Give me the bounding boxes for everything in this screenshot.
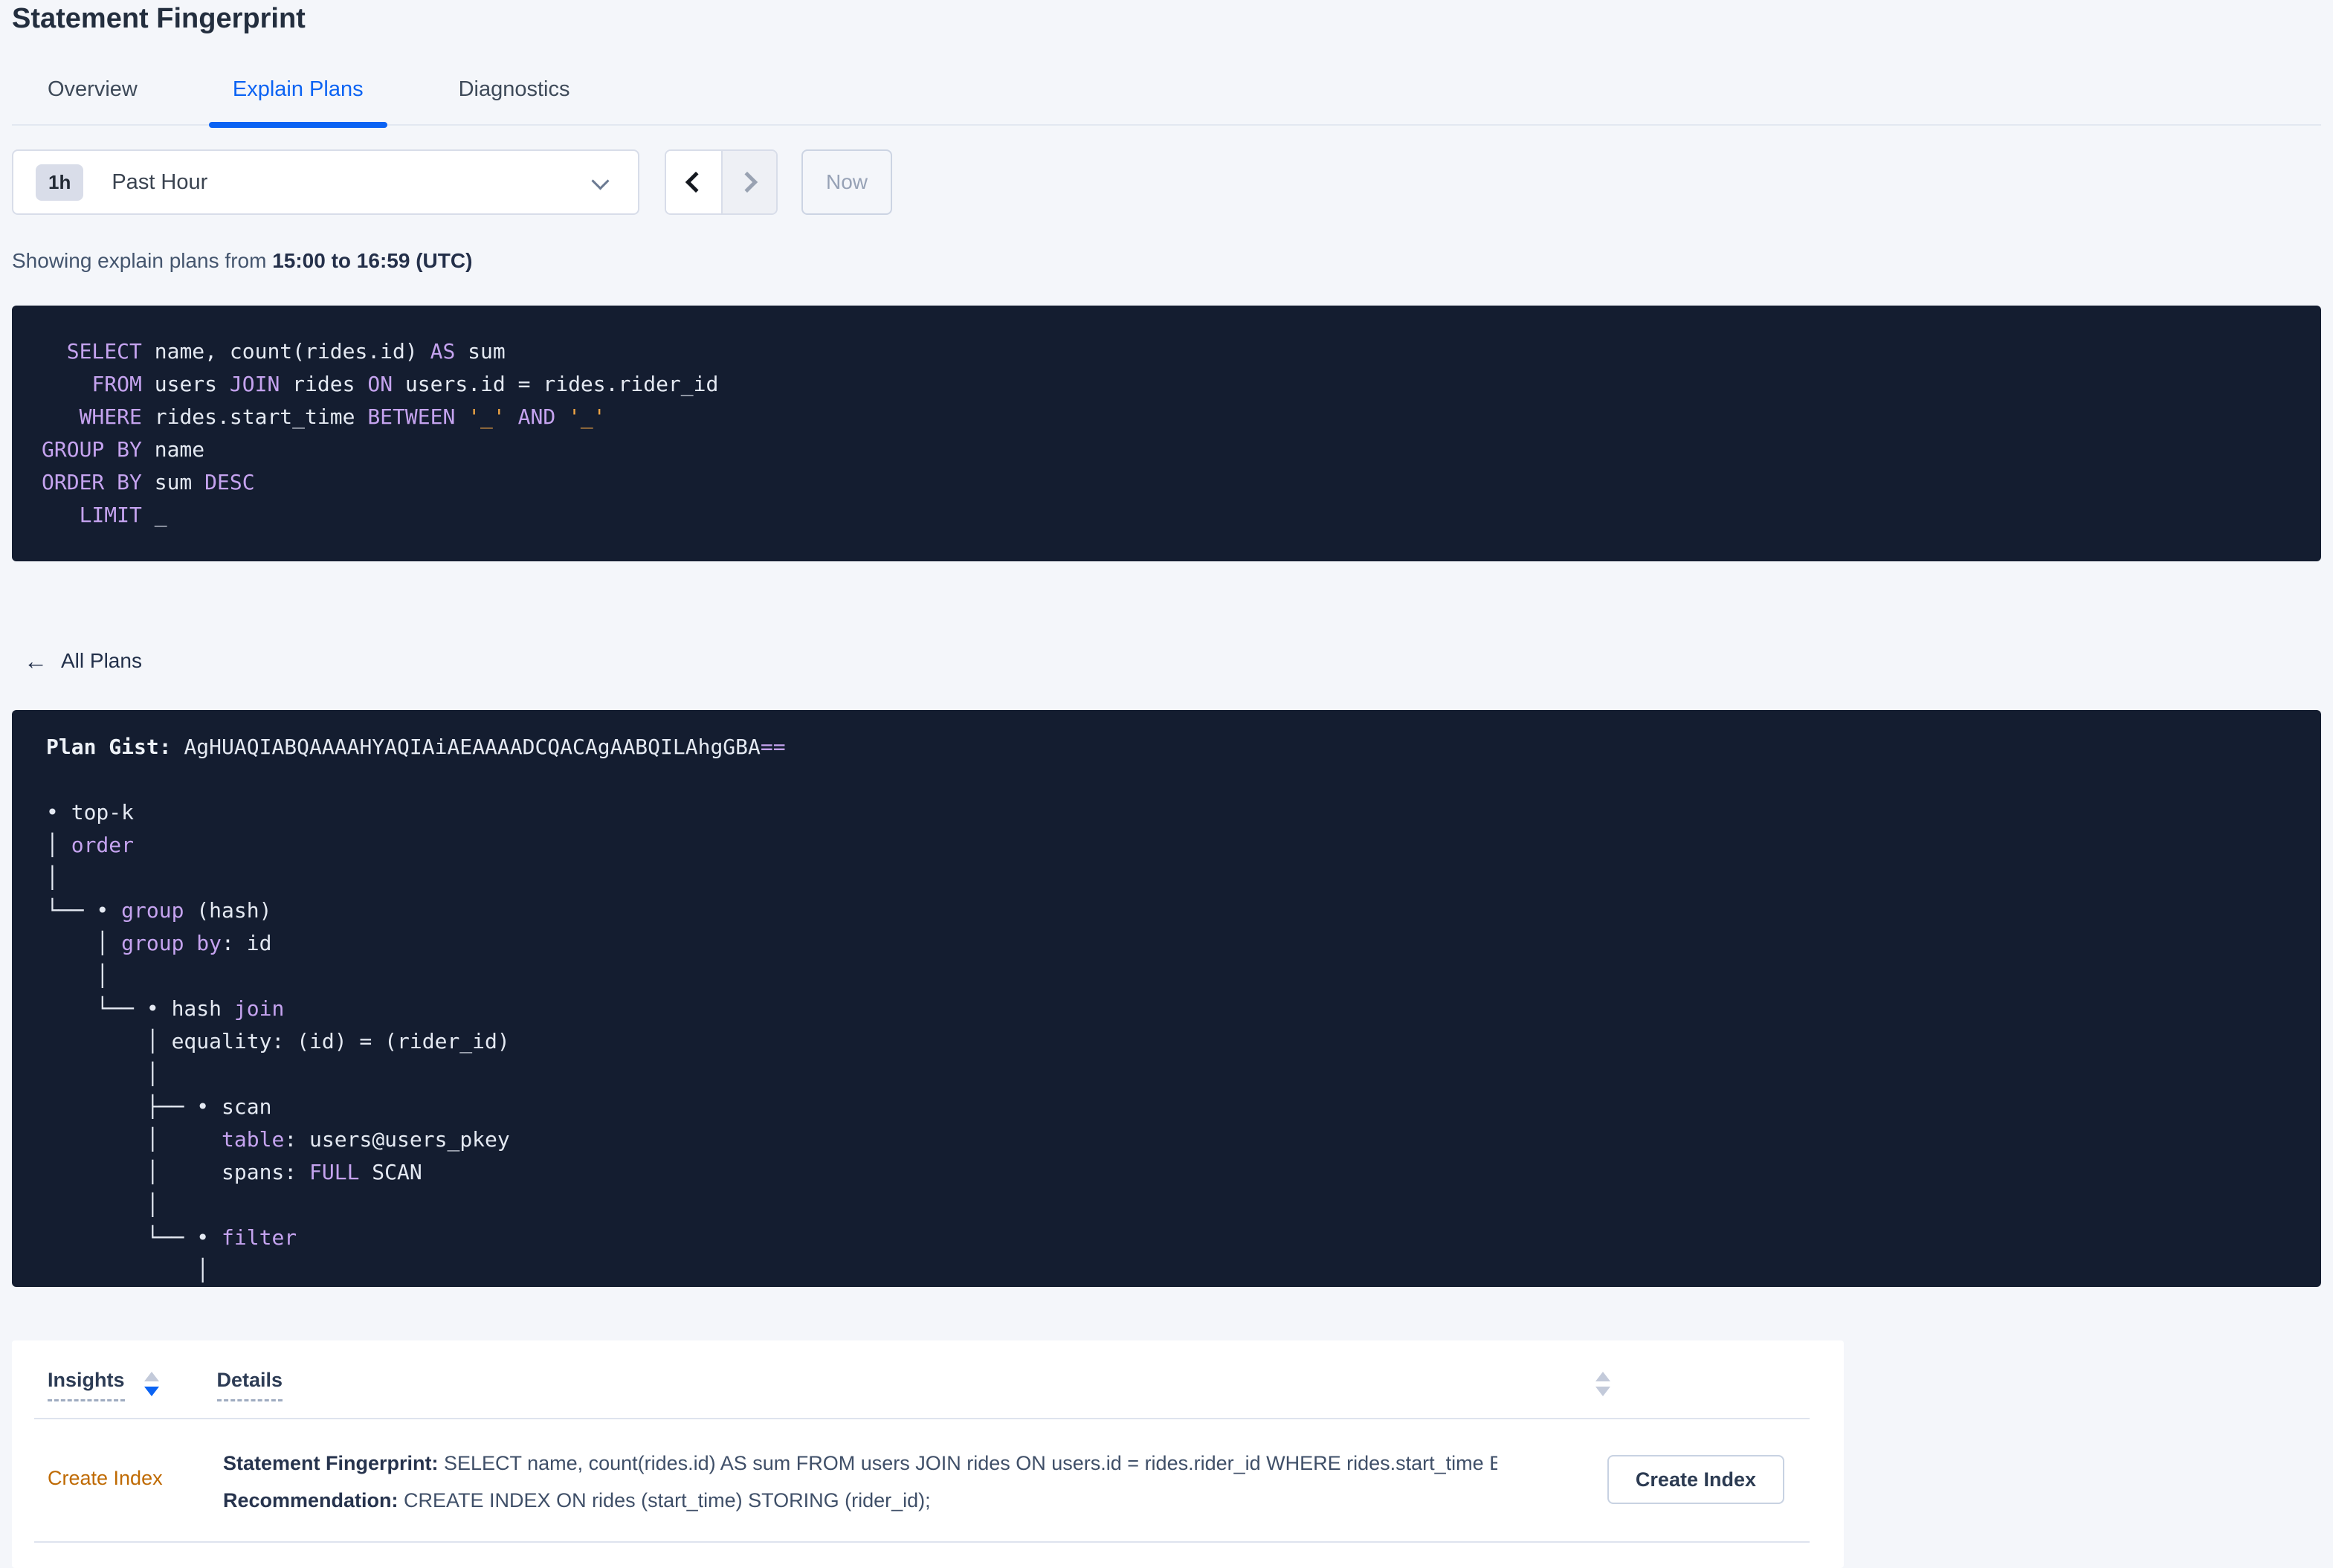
tab-diagnostics[interactable]: Diagnostics [435, 61, 594, 124]
chevron-right-icon [736, 171, 758, 193]
time-interval-dropdown[interactable]: 1h Past Hour [12, 149, 639, 215]
sort-icon-details[interactable] [1595, 1372, 1610, 1396]
detail-label: Recommendation: [223, 1489, 398, 1511]
time-range-caption: Showing explain plans from 15:00 to 16:5… [12, 249, 2321, 273]
table-row: Create Index Statement Fingerprint: SELE… [34, 1419, 1810, 1543]
time-interval-badge: 1h [36, 164, 84, 201]
sort-icon-insights[interactable] [143, 1372, 159, 1396]
time-nav-group [665, 149, 778, 215]
all-plans-label: All Plans [61, 649, 142, 672]
sort-down-triangle-icon [1595, 1387, 1610, 1396]
insights-table: Insights Details Create Index Statement … [34, 1340, 1810, 1543]
chevron-left-icon [685, 171, 707, 193]
insights-table-card: Insights Details Create Index Statement … [12, 1340, 1844, 1568]
sort-up-triangle-icon [1595, 1372, 1610, 1381]
sort-up-triangle-icon [143, 1372, 159, 1381]
tab-overview[interactable]: Overview [24, 61, 161, 124]
tab-explain-plans[interactable]: Explain Plans [208, 61, 387, 128]
tab-bar: Overview Explain Plans Diagnostics [12, 61, 2321, 128]
chevron-down-icon [591, 172, 610, 190]
left-arrow-icon: ← [24, 648, 48, 674]
sort-down-triangle-icon [143, 1387, 159, 1396]
column-header-insights[interactable]: Insights [48, 1369, 125, 1401]
detail-text: SELECT name, count(rides.id) AS sum FROM… [444, 1452, 1497, 1474]
next-interval-button[interactable] [721, 151, 776, 213]
page-title: Statement Fingerprint [12, 3, 306, 34]
time-controls: 1h Past Hour Now [12, 149, 2321, 215]
now-button[interactable]: Now [801, 149, 892, 215]
create-index-button[interactable]: Create Index [1607, 1455, 1784, 1504]
plan-gist-block: Plan Gist: AgHUAQIABQAAAAHYAQIAiAEAAAADC… [12, 710, 2321, 1287]
caption-prefix: Showing explain plans from [12, 249, 273, 272]
prev-interval-button[interactable] [666, 151, 721, 213]
insights-table-header: Insights Details [34, 1340, 1810, 1419]
detail-text: CREATE INDEX ON rides (start_time) STORI… [398, 1489, 931, 1511]
sql-statement-block: SELECT name, count(rides.id) AS sum FROM… [12, 306, 2321, 561]
column-header-details[interactable]: Details [216, 1369, 283, 1401]
all-plans-link[interactable]: ← All Plans [24, 649, 142, 673]
recommendation-detail: Recommendation: CREATE INDEX ON rides (s… [223, 1482, 1497, 1519]
details-cell: Statement Fingerprint: SELECT name, coun… [34, 1419, 1810, 1541]
time-interval-label: Past Hour [112, 170, 208, 194]
statement-fingerprint-page: Statement Fingerprint Overview Explain P… [0, 0, 2333, 1568]
caption-range: 15:00 to 16:59 (UTC) [272, 249, 473, 272]
statement-fingerprint-detail: Statement Fingerprint: SELECT name, coun… [223, 1445, 1497, 1482]
insight-type-link[interactable]: Create Index [48, 1467, 163, 1490]
detail-label: Statement Fingerprint: [223, 1452, 439, 1474]
